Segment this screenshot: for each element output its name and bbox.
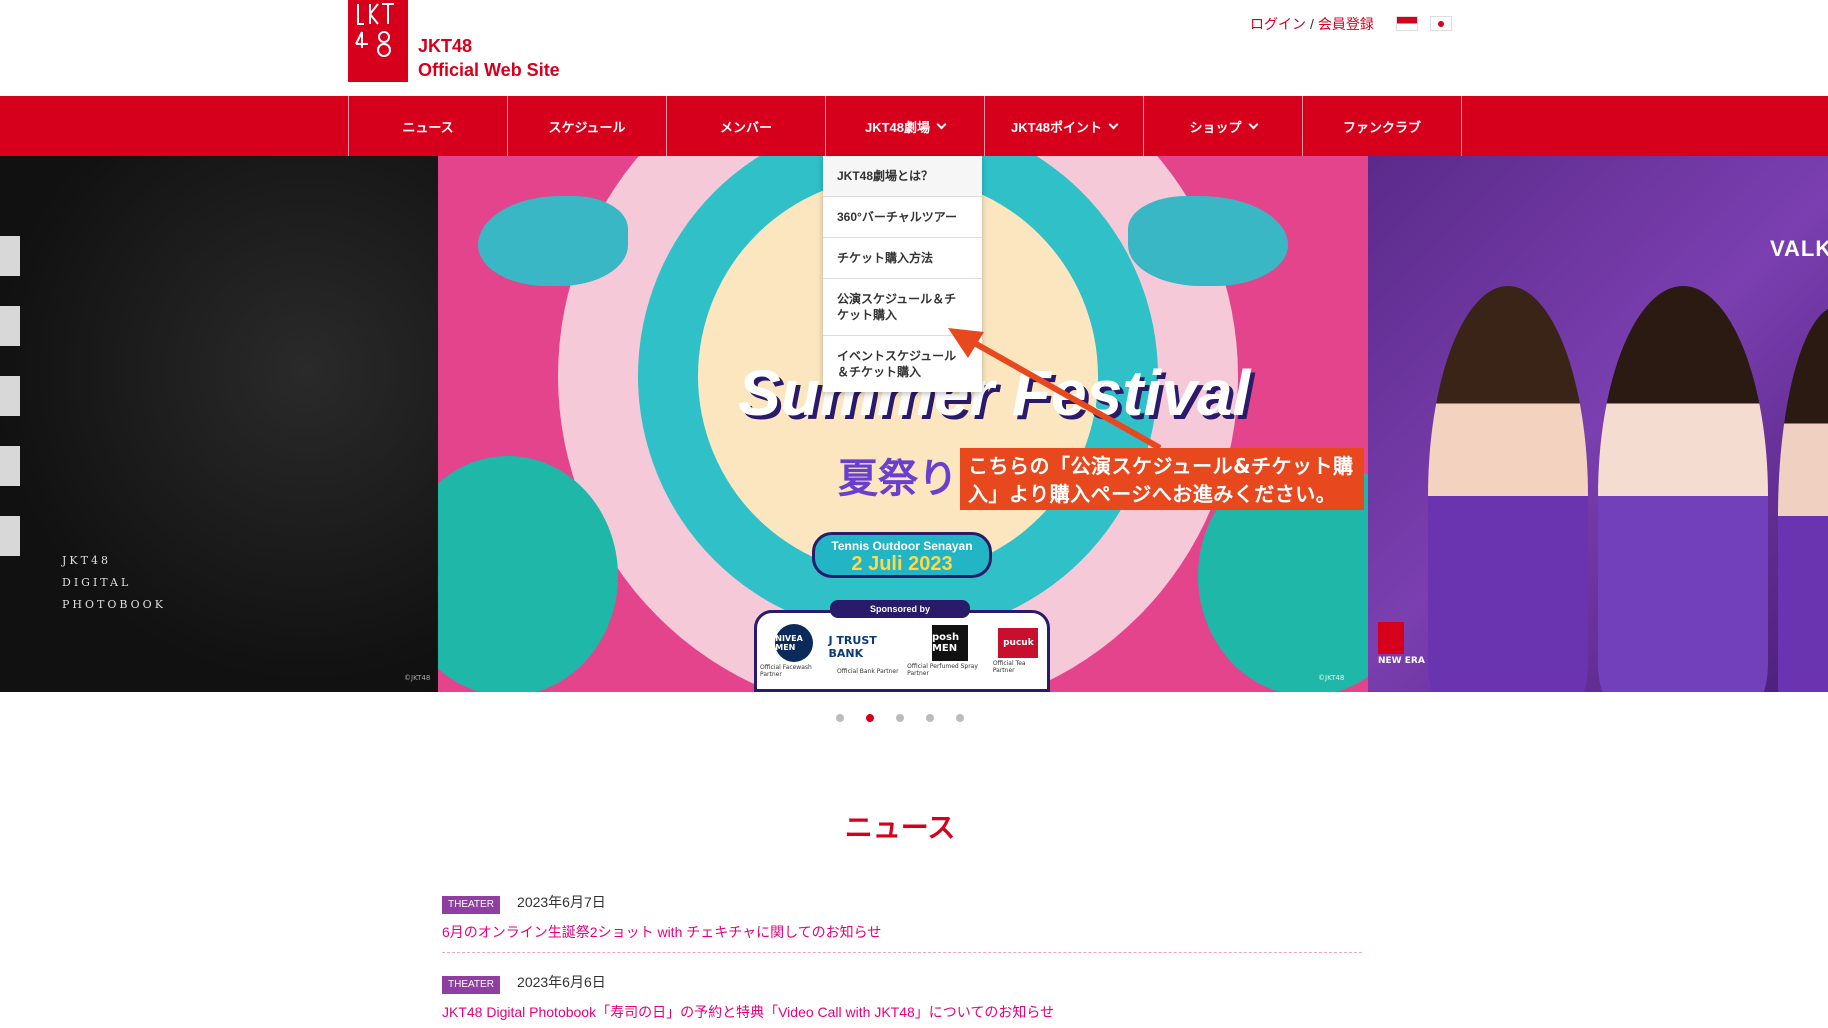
festival-venue: Tennis Outdoor Senayan (831, 539, 973, 553)
nav-label: ニュース (402, 119, 454, 135)
nav-label: JKT48劇場 (864, 119, 931, 135)
dropdown-item-how-to-buy[interactable]: チケット購入方法 (823, 238, 982, 279)
carousel-dots (836, 714, 964, 722)
slide-new-era[interactable]: VALK NEW ERA (1368, 156, 1828, 692)
calligraphy-graphic (0, 236, 20, 556)
nav-label: JKT48ポイント (1010, 119, 1103, 135)
jtrust-logo: J TRUST BANK (828, 633, 877, 660)
posh-logo: posh MEN (931, 625, 968, 661)
annotation-arrow-icon (948, 328, 1162, 451)
nav-label: メンバー (719, 119, 772, 135)
site-name-line2: Official Web Site (418, 60, 560, 80)
photobook-line2: DIGITAL (62, 576, 132, 589)
chevron-down-icon (936, 119, 947, 129)
nav-item-fanclub[interactable]: ファンクラブ (1303, 96, 1462, 156)
chevron-down-icon (1108, 119, 1119, 129)
nav-item-news[interactable]: ニュース (349, 96, 508, 156)
nav-item-members[interactable]: メンバー (667, 96, 826, 156)
sponsor-role: Official Bank Partner (837, 667, 899, 675)
nivea-logo: NIVEA MEN (775, 624, 814, 662)
dolphin-right-graphic (1128, 196, 1288, 286)
category-badge: THEATER (442, 976, 500, 994)
sponsor-list: NIVEA MEN Official Facewash Partner J TR… (760, 624, 1044, 678)
jkt48-logo[interactable] (348, 0, 408, 82)
carousel-dot[interactable] (926, 714, 934, 722)
sponsored-by-label: Sponsored by (830, 600, 970, 618)
new-era-label: NEW ERA (1378, 656, 1425, 666)
member-photo (1778, 306, 1828, 692)
site-name-line1: JKT48 (418, 36, 473, 56)
news-item: THEATER 2023年6月7日 6月のオンライン生誕祭2ショット with … (442, 892, 1362, 942)
nav-item-theater[interactable]: JKT48劇場 (826, 96, 985, 156)
register-link[interactable]: 会員登録 (1318, 16, 1374, 32)
dropdown-item-virtual-tour[interactable]: 360°バーチャルツアー (823, 197, 982, 238)
news-item: THEATER 2023年6月6日 JKT48 Digital Photoboo… (442, 972, 1362, 1022)
member-photo (1428, 286, 1588, 692)
photobook-line1: JKT48 (62, 554, 111, 567)
news-link[interactable]: JKT48 Digital Photobook「寿司の日」の予約と特典「Vide… (442, 1002, 1362, 1022)
nav-item-schedule[interactable]: スケジュール (508, 96, 667, 156)
carousel-dot[interactable] (956, 714, 964, 722)
news-section-title: ニュース (844, 811, 956, 844)
category-badge: THEATER (442, 896, 500, 914)
auth-separator: / (1310, 16, 1314, 32)
member-photo (1598, 286, 1768, 692)
sponsor-role: Official Facewash Partner (760, 664, 812, 678)
annotation-callout: こちらの「公演スケジュール&チケット購入」より購入ページへお進みください。 (960, 448, 1364, 510)
carousel-dot[interactable] (836, 714, 844, 722)
festival-date-badge: Tennis Outdoor Senayan 2 Juli 2023 (812, 532, 992, 578)
festival-date: 2 Juli 2023 (851, 553, 953, 575)
news-date: 2023年6月6日 (517, 974, 606, 990)
copyright: ©JKT48 (404, 674, 431, 682)
nav-label: ショップ (1189, 119, 1242, 135)
nav-label: ファンクラブ (1342, 119, 1421, 135)
pucuk-logo: pucuk (998, 628, 1039, 658)
sponsor-item: J TRUST BANK Official Bank Partner (829, 628, 908, 675)
copyright: ©JKT48 (1318, 674, 1345, 682)
dropdown-item-about-theater[interactable]: JKT48劇場とは？ (823, 156, 982, 197)
photobook-line3: PHOTOBOOK (62, 598, 166, 611)
auth-links: ログイン / 会員登録 (1250, 14, 1374, 34)
japan-flag-icon[interactable] (1430, 16, 1452, 31)
indonesia-flag-icon[interactable] (1396, 16, 1418, 31)
news-date: 2023年6月7日 (517, 894, 606, 910)
news-divider (442, 952, 1362, 953)
photobook-caption: JKT48 DIGITAL PHOTOBOOK (62, 550, 166, 616)
jkt48-mark-icon (1378, 622, 1404, 654)
sponsor-role: Official Tea Partner (992, 660, 1026, 674)
sponsor-item: posh MEN Official Perfumed Spray Partner (907, 625, 993, 677)
dolphin-left-graphic (478, 196, 628, 286)
team-logo: VALK (1770, 236, 1828, 261)
nav-item-shop[interactable]: ショップ (1144, 96, 1303, 156)
sponsor-item: pucuk Official Tea Partner (993, 628, 1044, 674)
nav-label: スケジュール (548, 119, 626, 135)
sponsor-item: NIVEA MEN Official Facewash Partner (760, 624, 829, 678)
nav-item-points[interactable]: JKT48ポイント (985, 96, 1144, 156)
carousel-dot-active[interactable] (866, 714, 874, 722)
carousel-dot[interactable] (896, 714, 904, 722)
login-link[interactable]: ログイン (1250, 16, 1306, 32)
sponsor-role: Official Perfumed Spray Partner (907, 663, 978, 677)
chevron-down-icon (1248, 119, 1258, 129)
site-header: JKT48 Official Web Site ログイン / 会員登録 (0, 0, 1828, 96)
news-link[interactable]: 6月のオンライン生誕祭2ショット with チェキチャに関してのお知らせ (442, 922, 1362, 942)
site-name: JKT48 Official Web Site (418, 34, 560, 82)
main-nav: ニュース スケジュール メンバー JKT48劇場 JKT48ポイント ショップ … (0, 96, 1828, 156)
slide-photobook[interactable]: JKT48 DIGITAL PHOTOBOOK ©JKT48 (0, 156, 438, 692)
